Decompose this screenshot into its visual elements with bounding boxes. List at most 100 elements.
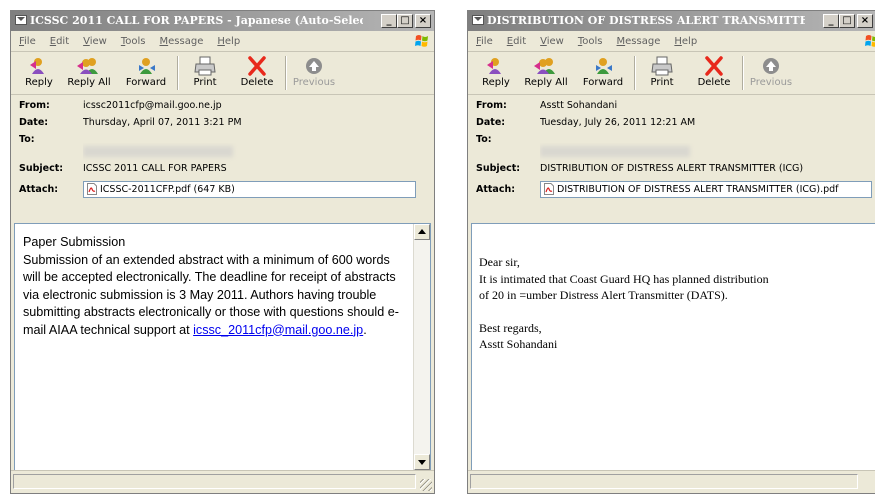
- previous-label: Previous: [292, 77, 336, 88]
- previous-button[interactable]: Previous: [745, 54, 797, 92]
- delete-button[interactable]: Delete: [690, 54, 738, 92]
- email-link[interactable]: icssc_2011cfp@mail.goo.ne.jp: [193, 323, 363, 337]
- forward-label: Forward: [125, 77, 167, 88]
- close-button[interactable]: ×: [415, 14, 431, 28]
- vertical-scrollbar[interactable]: [413, 224, 430, 470]
- previous-button[interactable]: Previous: [288, 54, 340, 92]
- menu-edit[interactable]: Edit: [42, 32, 75, 49]
- pdf-icon: [544, 183, 554, 195]
- reply-all-icon: [77, 58, 98, 74]
- reply-icon: [487, 58, 501, 74]
- resize-grip[interactable]: [420, 479, 432, 491]
- from-label: From:: [19, 100, 50, 111]
- menu-bar: File Edit View Tools Message Help: [468, 32, 875, 52]
- pdf-icon: [87, 183, 97, 195]
- reply-all-icon: [534, 58, 555, 74]
- menu-help[interactable]: Help: [666, 32, 703, 49]
- body-line-2: of 20 in =umber Distress Alert Transmitt…: [479, 288, 728, 302]
- subject-label: Subject:: [476, 163, 521, 174]
- redacted-recipient: [83, 146, 233, 157]
- title-bar[interactable]: DISTRIBUTION OF DISTRESS ALERT TRANSMITT…: [468, 11, 875, 31]
- menu-view[interactable]: View: [532, 32, 570, 49]
- date-value: Thursday, April 07, 2011 3:21 PM: [83, 117, 242, 128]
- attachment-name: DISTRIBUTION OF DISTRESS ALERT TRANSMITT…: [557, 184, 839, 195]
- date-label: Date:: [19, 117, 49, 128]
- close-button[interactable]: ×: [857, 14, 873, 28]
- title-bar[interactable]: ICSSC 2011 CALL FOR PAPERS - Japanese (A…: [11, 11, 434, 31]
- message-window-icon: [15, 15, 27, 25]
- windows-logo-icon: [865, 35, 875, 47]
- minimize-button[interactable]: _: [381, 14, 397, 28]
- maximize-button[interactable]: □: [839, 14, 855, 28]
- attachment-field[interactable]: ICSSC-2011CFP.pdf (647 KB): [83, 181, 416, 198]
- previous-icon: [306, 58, 322, 74]
- print-button[interactable]: Print: [638, 54, 686, 92]
- toolbar: Reply Reply All Forward Print Delete Pre…: [11, 52, 434, 95]
- menu-tools[interactable]: Tools: [113, 32, 152, 49]
- subject-value: ICSSC 2011 CALL FOR PAPERS: [83, 163, 227, 174]
- body-closing: Best regards,: [479, 320, 542, 335]
- forward-icon: [139, 58, 155, 74]
- delete-icon: [248, 56, 266, 76]
- forward-button[interactable]: Forward: [575, 54, 631, 92]
- forward-icon: [596, 58, 612, 74]
- minimize-button[interactable]: _: [823, 14, 839, 28]
- message-headers: From: icssc2011cfp@mail.goo.ne.jp Date: …: [11, 95, 434, 225]
- message-body[interactable]: Dear sir, It is intimated that Coast Gua…: [471, 223, 875, 471]
- window-title: DISTRIBUTION OF DISTRESS ALERT TRANSMITT…: [487, 14, 805, 27]
- redacted-recipient: [540, 146, 690, 157]
- menu-view[interactable]: View: [75, 32, 113, 49]
- reply-button[interactable]: Reply: [15, 54, 63, 92]
- print-label: Print: [193, 77, 217, 88]
- attach-label: Attach:: [476, 184, 516, 195]
- previous-icon: [763, 58, 779, 74]
- menu-file[interactable]: File: [11, 32, 42, 49]
- attachment-name: ICSSC-2011CFP.pdf (647 KB): [100, 184, 235, 195]
- message-window-1: ICSSC 2011 CALL FOR PAPERS - Japanese (A…: [10, 10, 435, 494]
- message-headers: From: Asstt Sohandani Date: Tuesday, Jul…: [468, 95, 875, 225]
- from-label: From:: [476, 100, 507, 111]
- reply-all-button[interactable]: Reply All: [61, 54, 117, 92]
- body-signature: Asstt Sohandani: [479, 337, 558, 351]
- reply-button[interactable]: Reply: [472, 54, 520, 92]
- attach-label: Attach:: [19, 184, 59, 195]
- message-body[interactable]: Paper Submission Submission of an extend…: [14, 223, 431, 471]
- menu-help[interactable]: Help: [209, 32, 246, 49]
- reply-label: Reply: [25, 77, 53, 88]
- delete-button[interactable]: Delete: [233, 54, 281, 92]
- forward-button[interactable]: Forward: [118, 54, 174, 92]
- reply-all-label: Reply All: [524, 77, 568, 88]
- menu-file[interactable]: File: [468, 32, 499, 49]
- reply-all-button[interactable]: Reply All: [518, 54, 574, 92]
- status-bar: [468, 470, 875, 493]
- menu-message[interactable]: Message: [152, 32, 210, 49]
- from-value: icssc2011cfp@mail.goo.ne.jp: [83, 100, 222, 111]
- delete-label: Delete: [697, 77, 731, 88]
- print-icon: [651, 56, 673, 76]
- maximize-button[interactable]: □: [397, 14, 413, 28]
- menu-tools[interactable]: Tools: [570, 32, 609, 49]
- reply-label: Reply: [482, 77, 510, 88]
- menu-bar: File Edit View Tools Message Help: [11, 32, 434, 52]
- reply-icon: [30, 58, 44, 74]
- date-value: Tuesday, July 26, 2011 12:21 AM: [540, 117, 696, 128]
- reply-all-label: Reply All: [67, 77, 111, 88]
- attachment-field[interactable]: DISTRIBUTION OF DISTRESS ALERT TRANSMITT…: [540, 181, 872, 198]
- body-line-1: It is intimated that Coast Guard HQ has …: [479, 271, 769, 286]
- status-bar: [11, 470, 434, 493]
- print-button[interactable]: Print: [181, 54, 229, 92]
- print-label: Print: [650, 77, 674, 88]
- window-title: ICSSC 2011 CALL FOR PAPERS - Japanese (A…: [30, 14, 363, 27]
- message-window-2: DISTRIBUTION OF DISTRESS ALERT TRANSMITT…: [467, 10, 875, 494]
- scroll-up-button[interactable]: [414, 224, 430, 240]
- scroll-down-button[interactable]: [414, 454, 430, 470]
- message-window-icon: [472, 15, 484, 25]
- body-heading: Paper Submission: [23, 235, 126, 249]
- menu-edit[interactable]: Edit: [499, 32, 532, 49]
- from-value: Asstt Sohandani: [540, 100, 618, 111]
- previous-label: Previous: [749, 77, 793, 88]
- subject-value: DISTRIBUTION OF DISTRESS ALERT TRANSMITT…: [540, 163, 804, 174]
- forward-label: Forward: [582, 77, 624, 88]
- menu-message[interactable]: Message: [609, 32, 667, 49]
- body-greeting: Dear sir,: [479, 255, 520, 269]
